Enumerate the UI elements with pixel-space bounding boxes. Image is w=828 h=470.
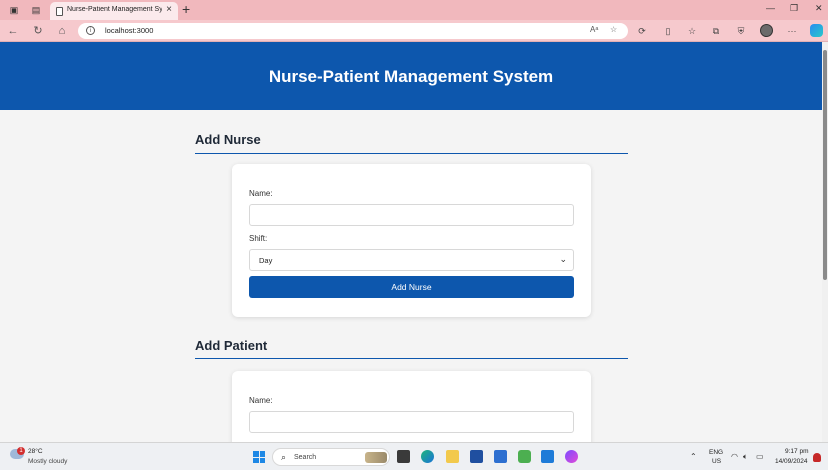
- restore-icon[interactable]: ❐: [790, 3, 798, 14]
- chevron-down-icon: ⌄: [559, 254, 567, 264]
- weather-alert-badge: 1: [17, 447, 25, 455]
- windows-start-icon[interactable]: [253, 451, 265, 463]
- volume-icon[interactable]: 🔈︎: [743, 452, 748, 462]
- add-nurse-divider: [195, 153, 628, 154]
- messenger-icon[interactable]: [565, 450, 578, 463]
- search-placeholder: Search: [294, 454, 317, 461]
- page-title: Nurse-Patient Management System: [268, 67, 554, 86]
- windows-taskbar: 1 28°C Mostly cloudy ⌕ Search ⌃ ENG US ◠…: [0, 442, 828, 470]
- taskbar-search[interactable]: ⌕ Search: [272, 448, 390, 466]
- copilot-icon[interactable]: [810, 24, 823, 37]
- workspaces-icon[interactable]: ▣: [8, 4, 20, 16]
- more-menu-icon[interactable]: ···: [786, 25, 798, 37]
- page-viewport: Nurse-Patient Management System Add Nurs…: [0, 42, 822, 442]
- notepad-icon[interactable]: [494, 450, 507, 463]
- address-bar[interactable]: i localhost:3000 A͏ᵃ ☆: [78, 23, 628, 39]
- home-icon[interactable]: ⌂: [55, 24, 69, 38]
- add-nurse-button[interactable]: Add Nurse: [249, 276, 574, 298]
- close-tab-icon[interactable]: ×: [166, 4, 172, 15]
- minimize-icon[interactable]: —: [766, 3, 775, 13]
- search-icon: ⌕: [281, 452, 287, 462]
- microsoft-store-icon[interactable]: [470, 450, 483, 463]
- show-hidden-icons-icon[interactable]: ⌃: [690, 452, 697, 461]
- page-favicon-icon: [56, 7, 63, 16]
- split-screen-icon[interactable]: ▯: [662, 25, 674, 37]
- weather-description[interactable]: Mostly cloudy: [28, 458, 67, 465]
- refresh-icon[interactable]: ↻: [31, 24, 45, 38]
- tab-title: Nurse-Patient Management Syste: [67, 6, 162, 13]
- browser-tab-bar: ▣ ▤ Nurse-Patient Management Syste × + —…: [0, 0, 828, 20]
- wifi-icon[interactable]: ◠: [731, 452, 738, 461]
- browser-tab-active[interactable]: Nurse-Patient Management Syste ×: [50, 2, 178, 20]
- add-nurse-heading: Add Nurse: [195, 132, 261, 147]
- app-header: Nurse-Patient Management System: [0, 42, 822, 110]
- favorites-icon[interactable]: ☆: [686, 25, 698, 37]
- shift-label: Shift:: [249, 234, 268, 243]
- browser-toolbar: ← ↻ ⌂ i localhost:3000 A͏ᵃ ☆ ⟳ ▯ ☆ ⧉ ⛨ ·…: [0, 20, 828, 42]
- language-primary[interactable]: ENG: [709, 449, 723, 456]
- clock-date[interactable]: 14/09/2024: [775, 458, 808, 465]
- nodejs-icon[interactable]: [518, 450, 531, 463]
- site-info-icon[interactable]: i: [86, 26, 95, 35]
- add-patient-form: Name:: [232, 371, 591, 442]
- edge-browser-icon[interactable]: [421, 450, 434, 463]
- weather-temperature[interactable]: 28°C: [28, 448, 43, 455]
- shift-select-value: Day: [259, 256, 273, 265]
- search-highlight-image: [365, 452, 387, 463]
- profile-avatar[interactable]: [760, 24, 773, 37]
- battery-icon[interactable]: ▭: [756, 452, 764, 461]
- new-tab-icon[interactable]: +: [182, 1, 190, 17]
- extensions-icon[interactable]: ⟳: [636, 25, 648, 37]
- scrollbar-thumb[interactable]: [823, 50, 827, 280]
- shift-select[interactable]: Day ⌄: [249, 249, 574, 271]
- url-text[interactable]: localhost:3000: [105, 26, 153, 35]
- page-scrollbar[interactable]: [822, 42, 828, 442]
- patient-name-label: Name:: [249, 396, 273, 405]
- close-window-icon[interactable]: ✕: [815, 3, 823, 14]
- add-nurse-form: Name: Shift: Day ⌄ Add Nurse: [232, 164, 591, 317]
- notification-bell-icon[interactable]: [813, 453, 821, 462]
- language-secondary[interactable]: US: [712, 458, 721, 465]
- browser-essentials-icon[interactable]: ⛨: [735, 25, 747, 37]
- nurse-name-label: Name:: [249, 189, 273, 198]
- clock-time[interactable]: 9:17 pm: [785, 448, 809, 455]
- collections-icon[interactable]: ⧉: [710, 25, 722, 37]
- back-icon[interactable]: ←: [6, 24, 20, 38]
- favorite-star-icon[interactable]: ☆: [610, 25, 617, 34]
- file-explorer-icon[interactable]: [446, 450, 459, 463]
- read-aloud-icon[interactable]: A͏ᵃ: [590, 25, 598, 34]
- task-view-icon[interactable]: [397, 450, 410, 463]
- add-patient-heading: Add Patient: [195, 338, 268, 353]
- patient-name-input[interactable]: [249, 411, 574, 433]
- nurse-name-input[interactable]: [249, 204, 574, 226]
- add-patient-divider: [195, 358, 628, 359]
- tab-actions-icon[interactable]: ▤: [30, 4, 42, 16]
- vscode-icon[interactable]: [541, 450, 554, 463]
